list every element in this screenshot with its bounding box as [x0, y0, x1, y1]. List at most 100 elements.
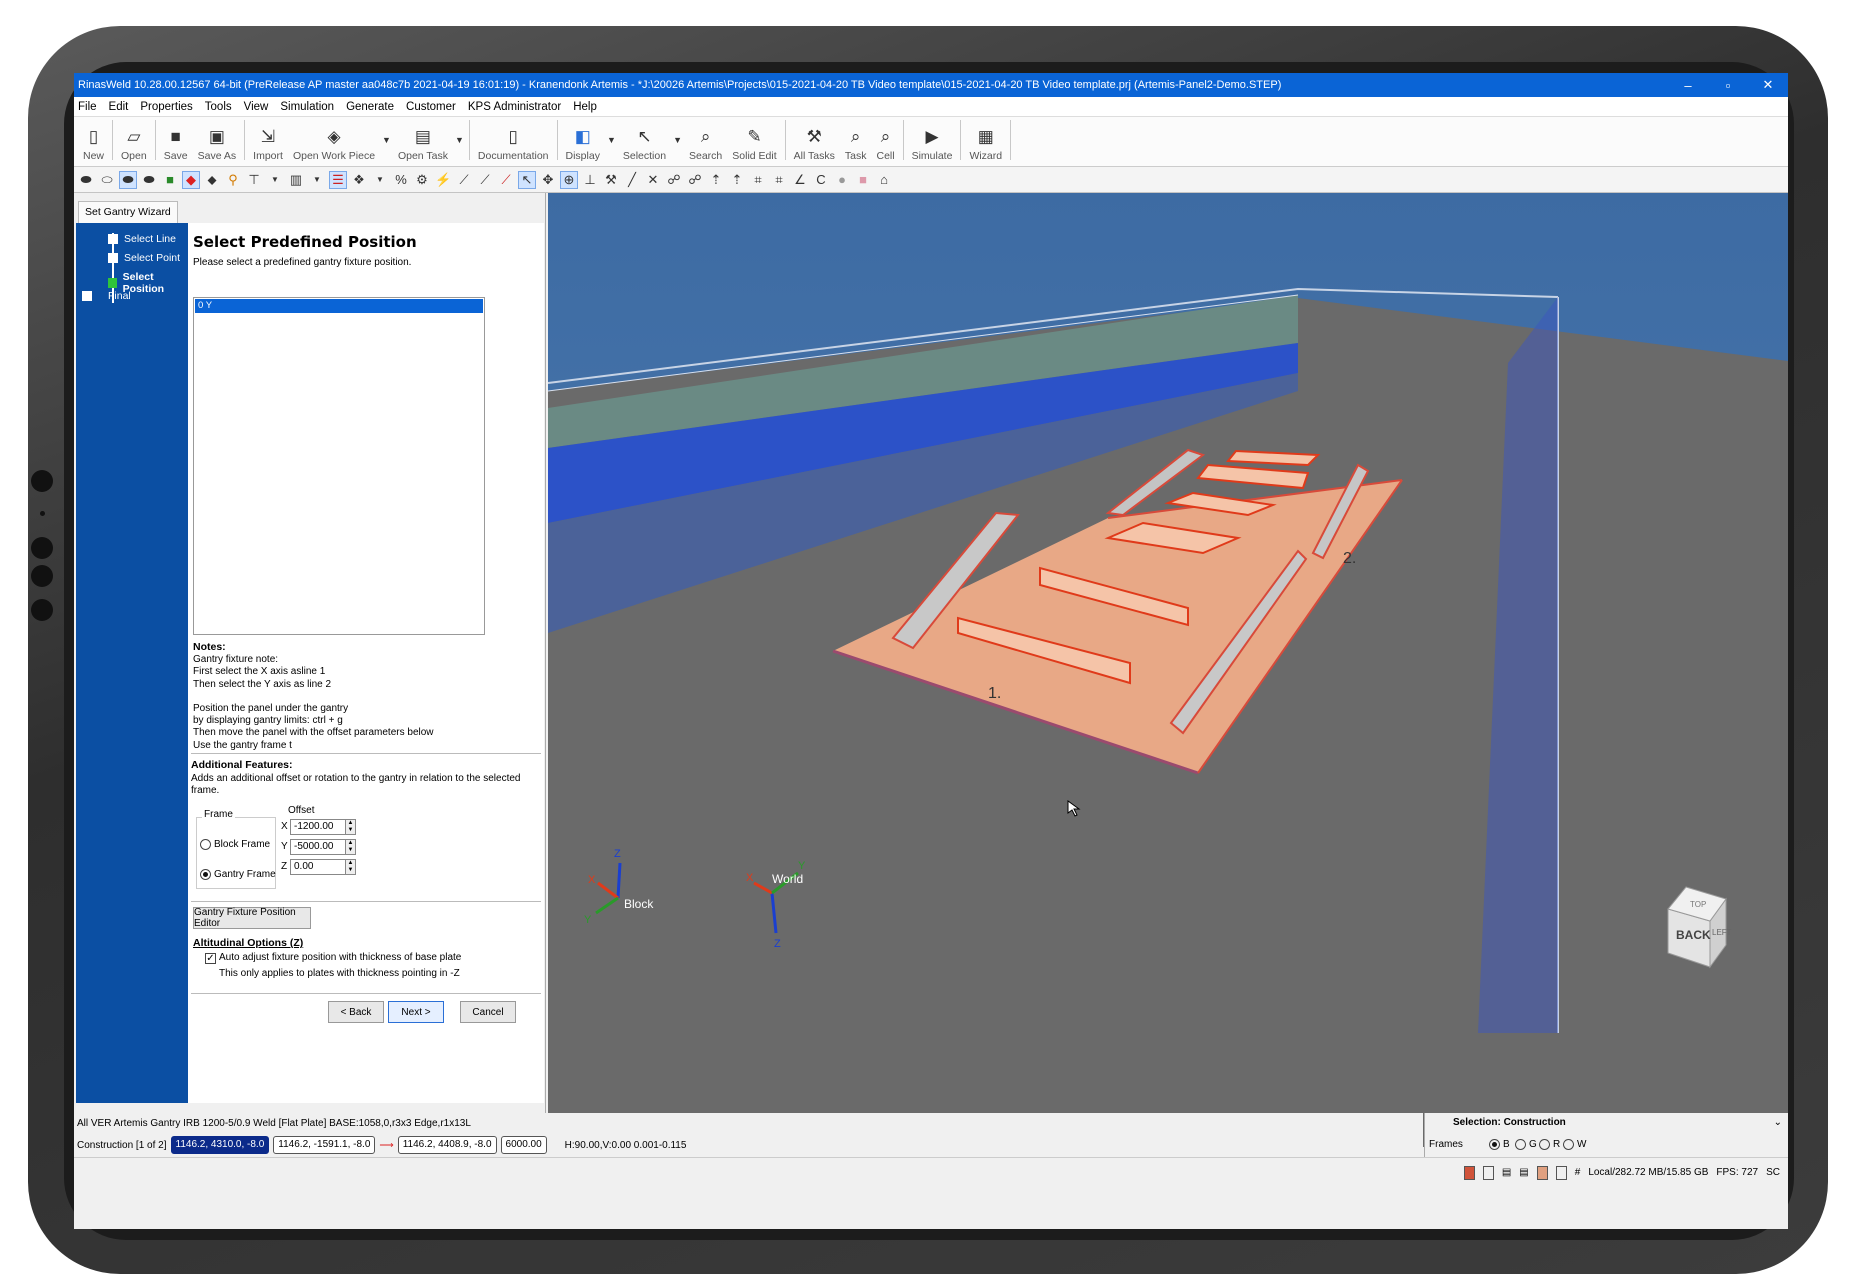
status-pane-icon[interactable] — [1482, 1165, 1494, 1180]
line-icon[interactable]: ╱ — [624, 172, 640, 188]
open-task-button[interactable]: ▤ Open Task — [393, 116, 453, 162]
status-grid-alt-icon[interactable]: ▤ — [1519, 1167, 1528, 1178]
torch-red-icon[interactable]: ⟋ — [498, 172, 514, 188]
save-button[interactable]: ■ Save — [159, 116, 193, 162]
chevron-down-icon[interactable]: ▼ — [309, 175, 325, 184]
view-wire-icon[interactable]: ⬭ — [99, 172, 115, 188]
list-icon[interactable]: ☰ — [329, 170, 347, 189]
distance-field[interactable]: 6000.00 — [500, 1136, 547, 1154]
minimize-button[interactable]: – — [1668, 78, 1708, 93]
simulate-button[interactable]: ▶ Simulate — [907, 116, 958, 162]
torch-icon[interactable]: ⟋ — [456, 172, 472, 188]
search-button[interactable]: ⌕ Search — [684, 116, 727, 162]
menu-view[interactable]: View — [244, 101, 269, 113]
menu-customer[interactable]: Customer — [406, 101, 456, 113]
paint-icon[interactable]: ❖ — [351, 172, 367, 188]
menu-generate[interactable]: Generate — [346, 101, 394, 113]
z-offset-input[interactable]: 0.00 — [290, 859, 346, 875]
view-solid-icon[interactable]: ⬬ — [141, 172, 157, 188]
save-as-button[interactable]: ▣ Save As — [193, 116, 242, 162]
status-box-icon[interactable] — [1555, 1165, 1567, 1180]
cell-button[interactable]: ⌕ Cell — [871, 116, 899, 162]
coordinate-field-1[interactable]: 1146.2, 4310.0, -8.0 — [170, 1136, 270, 1154]
block-frame-radio[interactable]: Block Frame — [200, 839, 270, 850]
wizard-tab[interactable]: Set Gantry Wizard — [78, 201, 178, 223]
wizard-button[interactable]: ▦ Wizard — [964, 116, 1007, 162]
coordinate-field-2[interactable]: 1146.2, -1591.1, -8.0 — [273, 1136, 376, 1154]
task-button[interactable]: ⌕ Task — [840, 116, 872, 162]
menu-properties[interactable]: Properties — [140, 101, 192, 113]
multi-pointer-icon[interactable]: ⇡ — [729, 172, 745, 188]
box-icon[interactable]: ■ — [855, 172, 871, 187]
rotate-icon[interactable]: C — [813, 172, 829, 187]
x-offset-input[interactable]: -1200.00 — [290, 819, 346, 835]
menu-help[interactable]: Help — [573, 101, 597, 113]
back-button[interactable]: < Back — [328, 1001, 384, 1023]
x-offset-stepper[interactable]: ▲ ▼ — [346, 819, 356, 835]
auto-adjust-checkbox[interactable]: ✓ — [205, 953, 216, 964]
status-orange-icon[interactable] — [1536, 1165, 1548, 1180]
angle-icon[interactable]: ∠ — [792, 172, 808, 188]
eraser-icon[interactable]: ⬥ — [204, 172, 220, 188]
scene-canvas[interactable]: 1. 2. Z X Y Block Z X Y World BACK LEFT … — [548, 193, 1788, 1147]
menu-simulation[interactable]: Simulation — [280, 101, 334, 113]
menu-tools[interactable]: Tools — [205, 101, 232, 113]
menu-kps-administrator[interactable]: KPS Administrator — [468, 101, 561, 113]
y-offset-input[interactable]: -5000.00 — [290, 839, 346, 855]
list-item[interactable]: 0 Y — [195, 299, 483, 313]
select-box-icon[interactable]: ⌗ — [750, 172, 766, 188]
display-button[interactable]: ◧ Display — [561, 116, 605, 162]
crosshair-icon[interactable]: ⊕ — [560, 170, 578, 189]
all-tasks-button[interactable]: ⚒ All Tasks — [789, 116, 840, 162]
color-green-icon[interactable]: ■ — [162, 172, 178, 187]
gantry-fixture-position-editor-button[interactable]: Gantry Fixture Position Editor — [193, 907, 311, 929]
filter-icon[interactable]: ⊤ — [246, 172, 262, 188]
camera-icon[interactable]: ⌂ — [876, 172, 892, 187]
cancel-button[interactable]: Cancel — [460, 1001, 516, 1023]
weld-icon[interactable]: ⚡ — [435, 172, 451, 188]
open-work-piece-button[interactable]: ◈ Open Work Piece — [288, 116, 380, 162]
percent-icon[interactable]: % — [393, 172, 409, 187]
import-button[interactable]: ⇲ Import — [248, 116, 288, 162]
z-offset-stepper[interactable]: ▲ ▼ — [346, 859, 356, 875]
sphere-icon[interactable]: ● — [834, 172, 850, 187]
tool-icon[interactable]: ⚙ — [414, 172, 430, 188]
restore-button[interactable]: ▫ — [1708, 78, 1748, 93]
pointer-icon[interactable]: ☍ — [666, 172, 682, 188]
anchor-icon[interactable]: ⊥ — [582, 172, 598, 188]
documentation-button[interactable]: ▯ Documentation — [473, 116, 554, 162]
menu-file[interactable]: File — [78, 101, 97, 113]
solid-edit-button[interactable]: ✎ Solid Edit — [727, 116, 781, 162]
position-list[interactable]: 0 Y — [193, 297, 485, 635]
status-grid-icon[interactable]: ▤ — [1502, 1167, 1511, 1178]
3d-viewport[interactable]: 1. 2. Z X Y Block Z X Y World BACK LEFT … — [548, 193, 1788, 1147]
status-hash-icon[interactable]: # — [1575, 1167, 1581, 1178]
chevron-down-icon[interactable]: ▼ — [673, 135, 682, 145]
next-button[interactable]: Next > — [388, 1001, 444, 1023]
view-hidden-icon[interactable]: ⬬ — [119, 170, 137, 189]
y-offset-stepper[interactable]: ▲ ▼ — [346, 839, 356, 855]
pointer-alt-icon[interactable]: ☍ — [687, 172, 703, 188]
open-button[interactable]: ▱ Open — [116, 116, 152, 162]
frame-g-radio[interactable]: G — [1515, 1139, 1537, 1150]
color-red-icon[interactable]: ◆ — [182, 170, 200, 189]
new-button[interactable]: ▯ New — [78, 116, 109, 162]
frame-w-radio[interactable]: W — [1563, 1139, 1586, 1150]
close-button[interactable]: ✕ — [1748, 77, 1788, 93]
chevron-down-icon[interactable]: ▼ — [607, 135, 616, 145]
selection-button[interactable]: ↖ Selection — [618, 116, 671, 162]
cursor-icon[interactable]: ↖ — [518, 170, 536, 189]
gantry-frame-radio[interactable]: Gantry Frame — [200, 869, 276, 880]
chevron-down-icon[interactable]: ▼ — [455, 135, 464, 145]
menu-edit[interactable]: Edit — [109, 101, 129, 113]
chevron-down-icon[interactable]: ▼ — [267, 175, 283, 184]
layers-icon[interactable]: ▥ — [288, 172, 304, 188]
frame-b-radio[interactable]: B — [1489, 1139, 1510, 1150]
frame-icon[interactable]: ⌗ — [771, 172, 787, 188]
light-bulb-icon[interactable]: ⚲ — [225, 172, 241, 188]
chevron-down-icon[interactable]: ⌄ — [1774, 1117, 1782, 1128]
cross-icon[interactable]: ✕ — [645, 172, 661, 188]
brush-icon[interactable]: ⚒ — [603, 172, 619, 188]
status-red-icon[interactable] — [1463, 1165, 1475, 1180]
view-shaded-icon[interactable]: ⬬ — [78, 172, 94, 188]
